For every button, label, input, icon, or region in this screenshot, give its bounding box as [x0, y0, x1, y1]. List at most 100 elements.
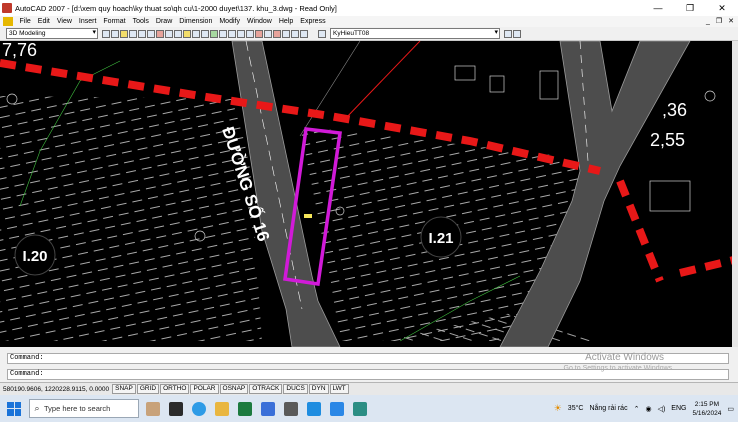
grid-toggle[interactable]: GRID — [136, 384, 160, 394]
minimize-button[interactable]: — — [642, 0, 674, 16]
zoom-window-icon[interactable] — [228, 29, 236, 38]
zoom-previous-icon[interactable] — [237, 29, 245, 38]
taskbar-apps — [146, 401, 367, 416]
open-folder-icon[interactable] — [120, 29, 128, 38]
weather-description[interactable]: Nắng rải rác — [589, 405, 627, 412]
lwt-toggle[interactable]: LWT — [329, 384, 349, 394]
match-properties-icon[interactable] — [183, 29, 191, 38]
drawing-canvas[interactable]: 7,76 ,36 2,55 ĐƯỜNG SỐ 16 I.20 I.21 — [0, 41, 738, 347]
activate-windows-subtext: Go to Settings to activate Windows. — [563, 365, 675, 372]
system-tray: ☀ 35°C Nắng rải rác ⌃ ◉ ◁) ENG 2:15 PM 5… — [554, 395, 738, 422]
language-indicator[interactable]: ENG — [671, 405, 686, 412]
plot-preview-icon[interactable] — [147, 29, 155, 38]
maximize-button[interactable]: ❐ — [674, 0, 706, 16]
layer-previous-icon[interactable] — [513, 29, 521, 38]
chrome-icon[interactable] — [307, 401, 321, 416]
taskbar-search-box[interactable]: ⌕ Type here to search — [29, 399, 139, 418]
network-icon[interactable]: ◉ — [645, 405, 651, 413]
design-center-icon[interactable] — [255, 29, 263, 38]
menu-dimension[interactable]: Dimension — [176, 18, 216, 25]
app-icon[interactable] — [284, 401, 298, 416]
search-placeholder: Type here to search — [44, 404, 111, 413]
polar-toggle[interactable]: POLAR — [190, 384, 219, 394]
otrack-toggle[interactable]: OTRACK — [249, 384, 283, 394]
news-widget-icon[interactable] — [146, 401, 160, 416]
save-icon[interactable] — [129, 29, 137, 38]
cad-drawing[interactable]: 7,76 ,36 2,55 ĐƯỜNG SỐ 16 I.20 I.21 — [0, 41, 738, 347]
number-label-right-top: ,36 — [662, 100, 687, 120]
menu-edit[interactable]: Edit — [34, 18, 53, 25]
notification-icon[interactable]: ▭ — [727, 405, 734, 413]
document-icon[interactable] — [3, 17, 13, 26]
redo-icon[interactable] — [201, 29, 209, 38]
tool-palettes-icon[interactable] — [264, 29, 272, 38]
autocad-app-icon[interactable] — [2, 3, 12, 13]
pan-icon[interactable] — [210, 29, 218, 38]
autocad-taskbar-icon[interactable] — [353, 401, 367, 416]
cut-icon[interactable] — [156, 29, 164, 38]
clock[interactable]: 2:15 PM 5/16/2024 — [692, 400, 721, 418]
print-icon[interactable] — [138, 29, 146, 38]
excel-icon[interactable] — [238, 401, 252, 416]
dyn-toggle[interactable]: DYN — [308, 384, 329, 394]
close-button[interactable]: ✕ — [706, 0, 738, 16]
gear-icon[interactable] — [102, 29, 110, 38]
layer-manager-icon[interactable] — [318, 29, 326, 38]
lot-label-center: I.21 — [428, 230, 453, 247]
make-current-icon[interactable] — [504, 29, 512, 38]
file-explorer-icon[interactable] — [215, 401, 229, 416]
copy-icon[interactable] — [165, 29, 173, 38]
windows-taskbar: ⌕ Type here to search ☀ 35°C Nắng rải rá… — [0, 395, 738, 422]
weather-sun-icon[interactable]: ☀ — [554, 403, 562, 414]
search-icon: ⌕ — [34, 403, 40, 413]
yellow-marker — [304, 214, 312, 218]
window-controls: — ❐ ✕ — [642, 0, 738, 16]
zoom-realtime-icon[interactable] — [219, 29, 227, 38]
snap-toggle[interactable]: SNAP — [112, 384, 136, 394]
doc-restore-button[interactable]: ❐ — [716, 16, 722, 27]
menu-modify[interactable]: Modify — [216, 18, 244, 25]
windows-start-icon[interactable] — [7, 401, 21, 416]
ducs-toggle[interactable]: DUCS — [283, 384, 308, 394]
workspace-dropdown[interactable]: 3D Modeling — [6, 28, 98, 39]
volume-icon[interactable]: ◁) — [658, 405, 666, 413]
edge-browser-icon[interactable] — [192, 401, 206, 416]
weather-temperature[interactable]: 35°C — [568, 405, 584, 412]
menu-help[interactable]: Help — [275, 18, 296, 25]
menu-express[interactable]: Express — [297, 18, 329, 25]
markup-icon[interactable] — [282, 29, 290, 38]
zalo-icon[interactable] — [330, 401, 344, 416]
number-label-top-left: 7,76 — [2, 41, 37, 60]
menu-draw[interactable]: Draw — [152, 18, 175, 25]
mail-icon[interactable] — [261, 401, 275, 416]
help-icon[interactable] — [300, 29, 308, 38]
menu-window[interactable]: Window — [243, 18, 275, 25]
number-label-right-bottom: 2,55 — [650, 130, 685, 150]
vertical-scrollbar[interactable] — [732, 41, 738, 347]
menu-format[interactable]: Format — [100, 18, 129, 25]
layer-dropdown[interactable]: KyHieuTT08 — [330, 28, 500, 39]
sheet-set-icon[interactable] — [273, 29, 281, 38]
doc-minimize-button[interactable]: _ — [706, 16, 710, 27]
undo-icon[interactable] — [192, 29, 200, 38]
properties-icon[interactable] — [246, 29, 254, 38]
osnap-toggle[interactable]: OSNAP — [219, 384, 249, 394]
window-title: AutoCAD 2007 - [d:\xem quy hoach\ky thua… — [15, 3, 337, 13]
menu-view[interactable]: View — [53, 18, 75, 25]
menu-tools[interactable]: Tools — [129, 18, 152, 25]
menu-insert[interactable]: Insert — [75, 18, 100, 25]
chevron-up-icon[interactable]: ⌃ — [634, 405, 640, 413]
document-controls: _ ❐ ✕ — [706, 16, 734, 27]
status-bar: 580190.9606, 1220228.9115, 0.0000 SNAP G… — [0, 382, 738, 395]
doc-close-button[interactable]: ✕ — [728, 16, 734, 27]
coordinate-readout: 580190.9606, 1220228.9115, 0.0000 — [3, 385, 110, 393]
task-view-icon[interactable] — [169, 401, 183, 416]
ortho-toggle[interactable]: ORTHO — [160, 384, 190, 394]
activate-windows-watermark: Activate Windows — [585, 352, 664, 363]
menu-file[interactable]: File — [16, 18, 34, 25]
new-file-icon[interactable] — [111, 29, 119, 38]
paste-icon[interactable] — [174, 29, 182, 38]
toolbar: 3D Modeling KyHieuTT08 — [0, 27, 738, 41]
layer-toolbar-icons — [318, 29, 326, 38]
calculator-icon[interactable] — [291, 29, 299, 38]
